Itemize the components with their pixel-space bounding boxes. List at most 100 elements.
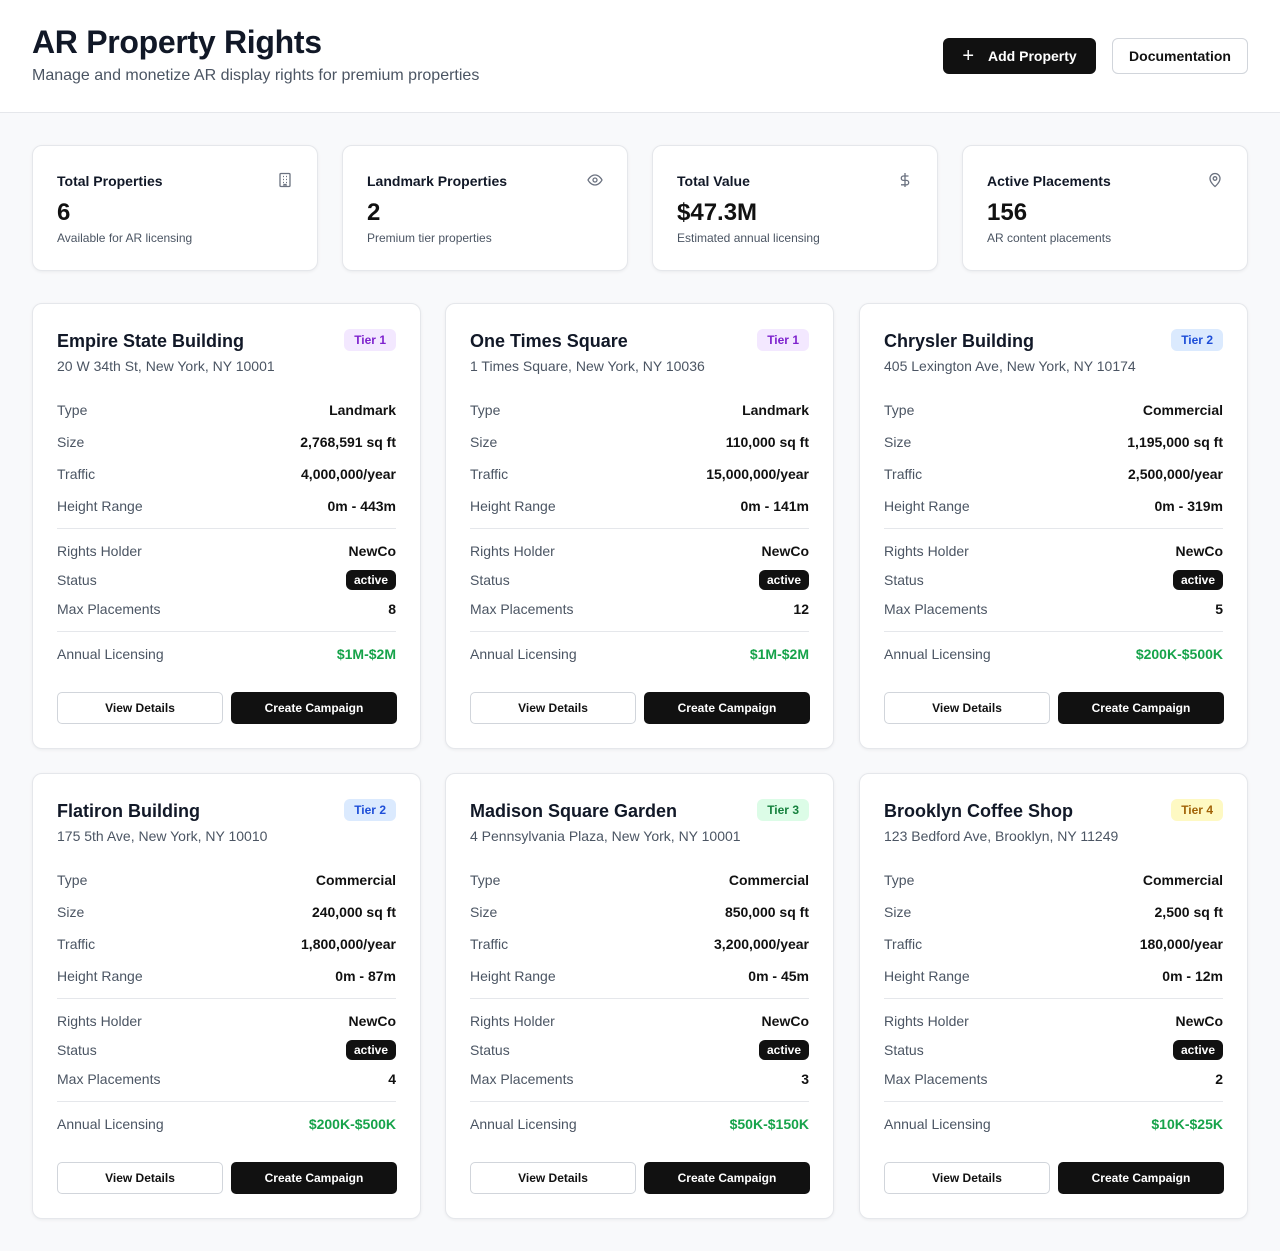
row-label: Max Placements: [57, 601, 161, 617]
create-campaign-button[interactable]: Create Campaign: [1058, 1162, 1224, 1194]
add-property-button[interactable]: + Add Property: [943, 38, 1096, 74]
row-label: Type: [470, 402, 501, 418]
row-label: Traffic: [470, 466, 509, 482]
status-badge: active: [1172, 570, 1223, 590]
page-header: AR Property Rights Manage and monetize A…: [0, 0, 1280, 113]
divider: [57, 998, 396, 999]
page-title: AR Property Rights: [32, 24, 322, 60]
divider: [470, 998, 809, 999]
create-campaign-button[interactable]: Create Campaign: [644, 692, 810, 724]
row-label: Annual Licensing: [57, 646, 164, 662]
property-row-holder: Rights Holder NewCo: [884, 541, 1223, 561]
property-row-type: Type Commercial: [884, 400, 1223, 420]
row-value: 3: [801, 1071, 809, 1087]
stat-value: 156: [987, 199, 1028, 226]
property-row-licensing: Annual Licensing $200K-$500K: [57, 1114, 396, 1134]
row-value: 850,000 sq ft: [724, 904, 809, 920]
tier-badge: Tier 1: [344, 329, 396, 351]
stat-card-total-value: Total Value $47.3M Estimated annual lice…: [652, 145, 938, 271]
row-value: 2,500,000/year: [1128, 466, 1223, 482]
row-label: Rights Holder: [57, 543, 142, 559]
property-row-holder: Rights Holder NewCo: [470, 541, 809, 561]
property-row-licensing: Annual Licensing $50K-$150K: [470, 1114, 809, 1134]
stat-note: Premium tier properties: [367, 231, 492, 245]
view-details-button[interactable]: View Details: [470, 1162, 636, 1194]
create-campaign-button[interactable]: Create Campaign: [1058, 692, 1224, 724]
row-value: NewCo: [1175, 543, 1223, 559]
property-row-size: Size 1,195,000 sq ft: [884, 432, 1223, 452]
view-details-button[interactable]: View Details: [884, 692, 1050, 724]
property-row-traffic: Traffic 1,800,000/year: [57, 934, 396, 954]
property-name: Flatiron Building: [57, 801, 200, 821]
stats-row: Total Properties 6 Available for AR lice…: [32, 145, 1248, 271]
page-subtitle: Manage and monetize AR display rights fo…: [32, 67, 480, 84]
row-value: NewCo: [761, 1013, 809, 1029]
property-row-max: Max Placements 5: [884, 599, 1223, 619]
row-label: Type: [57, 872, 88, 888]
row-label: Annual Licensing: [884, 646, 991, 662]
row-label: Traffic: [884, 936, 923, 952]
row-value: 0m - 319m: [1154, 498, 1223, 514]
row-value: 240,000 sq ft: [311, 904, 396, 920]
plus-icon: +: [962, 45, 974, 67]
row-value: NewCo: [761, 543, 809, 559]
property-address: 4 Pennsylvania Plaza, New York, NY 10001: [470, 828, 741, 844]
property-row-holder: Rights Holder NewCo: [470, 1011, 809, 1031]
row-label: Annual Licensing: [470, 1116, 577, 1132]
property-row-holder: Rights Holder NewCo: [57, 1011, 396, 1031]
tier-badge: Tier 2: [344, 799, 396, 821]
row-value: 0m - 443m: [327, 498, 396, 514]
stat-value: 6: [57, 199, 71, 226]
view-details-button[interactable]: View Details: [57, 692, 223, 724]
property-row-licensing: Annual Licensing $1M-$2M: [57, 644, 396, 664]
row-label: Size: [884, 434, 912, 450]
view-details-button[interactable]: View Details: [470, 692, 636, 724]
create-campaign-button[interactable]: Create Campaign: [231, 1162, 397, 1194]
row-label: Rights Holder: [470, 1013, 555, 1029]
view-details-button[interactable]: View Details: [884, 1162, 1050, 1194]
divider: [884, 631, 1223, 632]
divider: [470, 631, 809, 632]
annual-licensing-value: $1M-$2M: [749, 646, 809, 662]
property-card: Madison Square Garden Tier 3 4 Pennsylva…: [445, 773, 834, 1219]
row-label: Type: [57, 402, 88, 418]
row-value: 1,195,000 sq ft: [1127, 434, 1223, 450]
property-row-licensing: Annual Licensing $10K-$25K: [884, 1114, 1223, 1134]
row-value: NewCo: [348, 543, 396, 559]
divider: [57, 1101, 396, 1102]
property-row-size: Size 110,000 sq ft: [470, 432, 809, 452]
property-row-traffic: Traffic 180,000/year: [884, 934, 1223, 954]
map-pin-icon: [1209, 172, 1221, 188]
row-label: Annual Licensing: [57, 1116, 164, 1132]
divider: [884, 998, 1223, 999]
row-label: Traffic: [470, 936, 509, 952]
row-label: Traffic: [57, 466, 96, 482]
view-details-button[interactable]: View Details: [57, 1162, 223, 1194]
annual-licensing-value: $1M-$2M: [336, 646, 396, 662]
property-row-size: Size 2,768,591 sq ft: [57, 432, 396, 452]
property-row-height: Height Range 0m - 319m: [884, 496, 1223, 516]
stat-card-total-properties: Total Properties 6 Available for AR lice…: [32, 145, 318, 271]
property-name: Madison Square Garden: [470, 801, 678, 821]
row-label: Type: [884, 402, 915, 418]
property-row-height: Height Range 0m - 443m: [57, 496, 396, 516]
property-row-type: Type Commercial: [470, 870, 809, 890]
divider: [884, 528, 1223, 529]
row-label: Rights Holder: [470, 543, 555, 559]
row-label: Rights Holder: [884, 543, 969, 559]
stat-note: Available for AR licensing: [57, 231, 193, 245]
row-label: Size: [470, 904, 498, 920]
row-value: Commercial: [728, 872, 809, 888]
create-campaign-button[interactable]: Create Campaign: [231, 692, 397, 724]
documentation-button[interactable]: Documentation: [1112, 38, 1248, 74]
tier-badge: Tier 4: [1171, 799, 1223, 821]
row-label: Max Placements: [470, 1071, 574, 1087]
property-row-status: Status active: [57, 1040, 396, 1060]
create-campaign-button[interactable]: Create Campaign: [644, 1162, 810, 1194]
property-row-height: Height Range 0m - 45m: [470, 966, 809, 986]
row-value: 0m - 141m: [740, 498, 809, 514]
row-value: 12: [793, 601, 809, 617]
tier-badge: Tier 3: [757, 799, 809, 821]
row-label: Height Range: [470, 498, 556, 514]
row-label: Status: [470, 572, 510, 588]
